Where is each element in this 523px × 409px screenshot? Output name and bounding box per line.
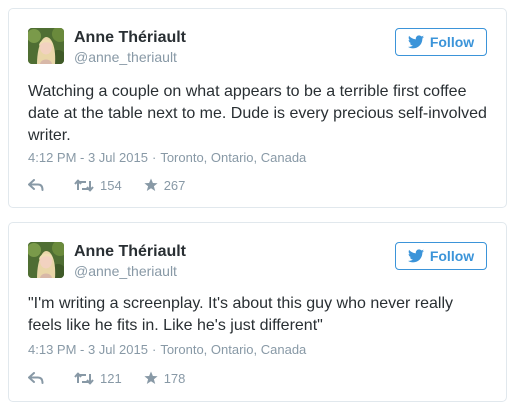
follow-button[interactable]: Follow (395, 28, 487, 56)
favorite-button[interactable]: 178 (144, 370, 186, 386)
meta-separator: · (151, 150, 157, 165)
timestamp-link[interactable]: 4:12 PM - 3 Jul 2015 (28, 150, 148, 165)
retweet-icon (74, 372, 94, 385)
location-link[interactable]: Toronto, Ontario, Canada (160, 342, 306, 357)
author-handle[interactable]: @anne_theriault (74, 263, 177, 279)
tweet-card: Anne Thériault @anne_theriault Follow Wa… (8, 8, 507, 208)
follow-button[interactable]: Follow (395, 242, 487, 270)
avatar[interactable] (28, 28, 64, 64)
reply-button[interactable] (28, 179, 52, 191)
favorite-count: 267 (163, 177, 186, 193)
star-icon (144, 371, 158, 385)
twitter-bird-icon (407, 249, 424, 263)
reply-arrow-icon (28, 179, 44, 191)
retweet-count: 121 (100, 370, 122, 386)
tweet-meta: 4:12 PM - 3 Jul 2015 · Toronto, Ontario, C… (28, 150, 306, 165)
reply-arrow-icon (28, 372, 44, 384)
timestamp-link[interactable]: 4:13 PM - 3 Jul 2015 (28, 342, 148, 357)
retweet-count: 154 (100, 177, 122, 193)
meta-separator: · (151, 342, 157, 357)
tweet-text: Watching a couple on what appears to be … (28, 83, 487, 144)
retweet-button[interactable]: 121 (74, 371, 122, 386)
follow-label: Follow (429, 34, 475, 50)
star-icon (144, 178, 158, 192)
author-name[interactable]: Anne Thériault (74, 243, 186, 261)
author-handle[interactable]: @anne_theriault (74, 49, 177, 65)
retweet-button[interactable]: 154 (74, 178, 122, 193)
author-name[interactable]: Anne Thériault (74, 29, 186, 47)
retweet-icon (74, 179, 94, 192)
tweet-actions: 154 267 (28, 175, 185, 195)
reply-button[interactable] (28, 372, 52, 384)
favorite-count: 178 (163, 370, 186, 386)
tweet-actions: 121 178 (28, 368, 185, 388)
tweet-card: Anne Thériault @anne_theriault Follow "I… (8, 222, 507, 402)
avatar[interactable] (28, 242, 64, 278)
follow-label: Follow (429, 248, 475, 264)
tweet-text: "I'm writing a screenplay. It's about th… (28, 295, 454, 334)
tweet-meta: 4:13 PM - 3 Jul 2015 · Toronto, Ontario, C… (28, 342, 306, 357)
favorite-button[interactable]: 267 (144, 177, 186, 193)
twitter-bird-icon (407, 35, 424, 49)
location-link[interactable]: Toronto, Ontario, Canada (160, 150, 306, 165)
